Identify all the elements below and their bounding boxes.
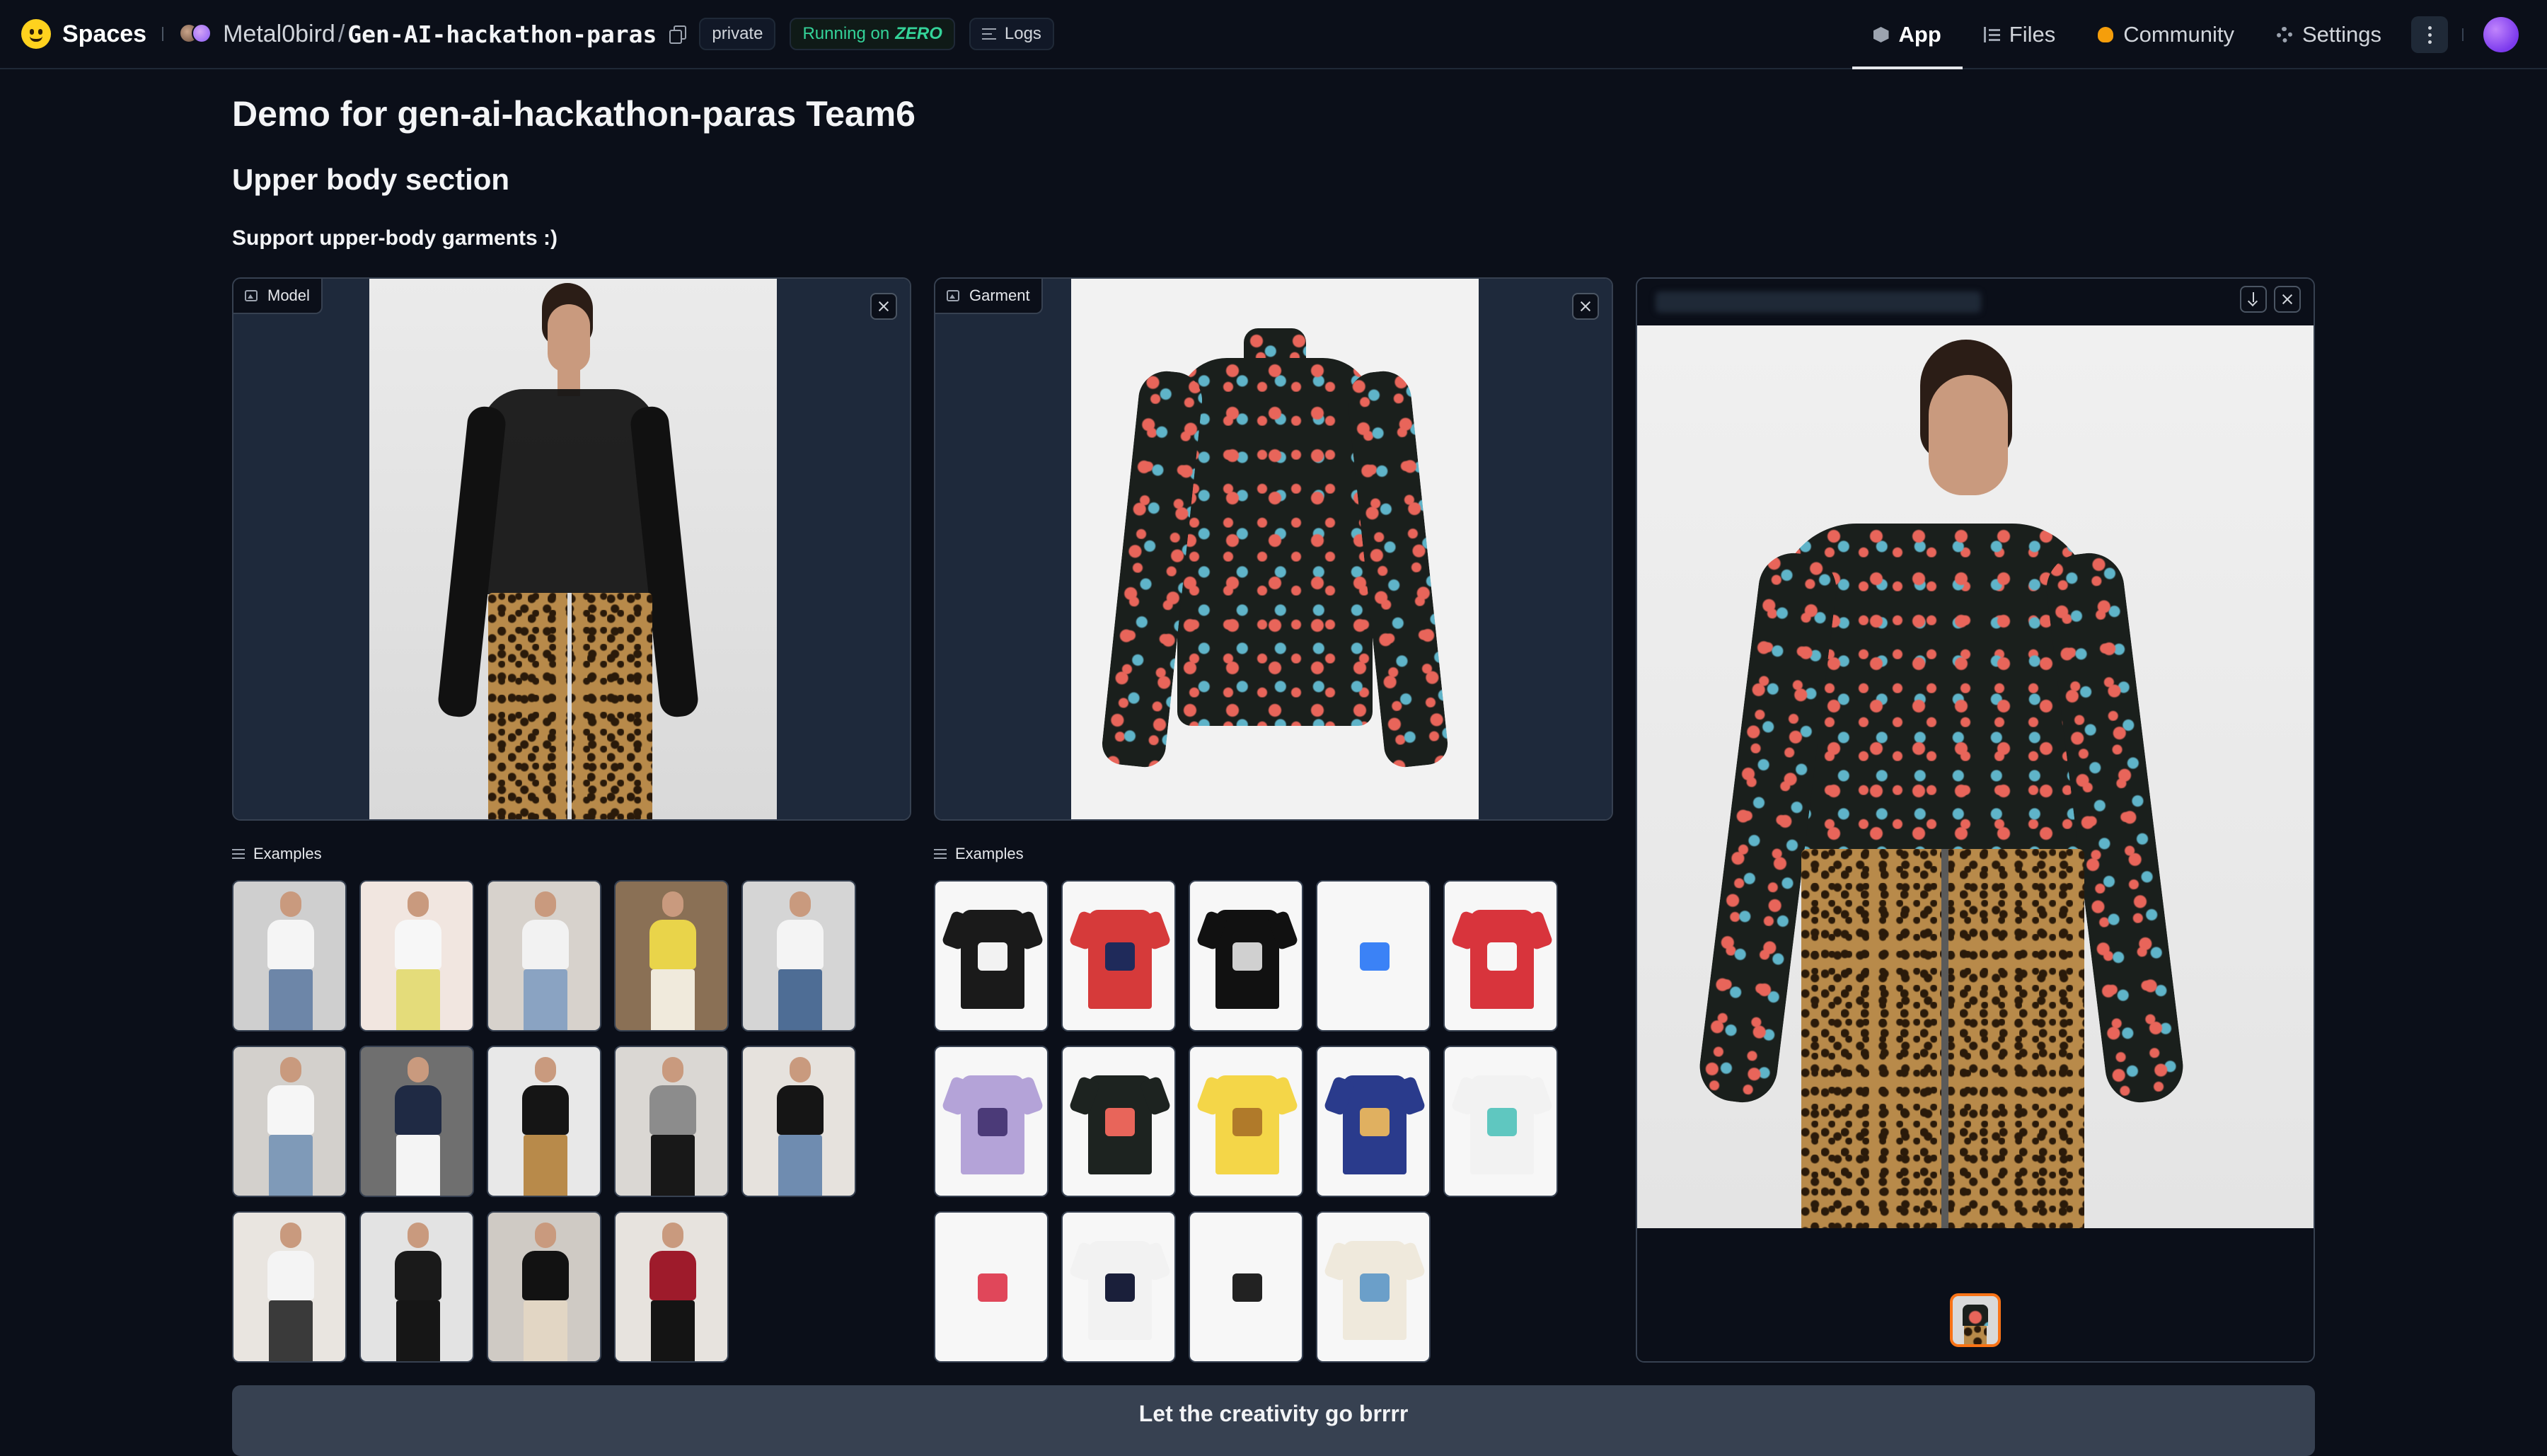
garment-examples-label-text: Examples [955, 845, 1024, 863]
garment-example-thumbnail[interactable] [1443, 880, 1558, 1032]
garment-example-thumbnail[interactable] [934, 880, 1049, 1032]
visibility-label: private [712, 24, 763, 44]
tab-settings-label: Settings [2302, 22, 2381, 47]
model-label: Model [233, 279, 323, 314]
result-image[interactable] [1637, 325, 2314, 1228]
garment-example-thumbnail[interactable] [1316, 1211, 1431, 1363]
copy-icon[interactable] [669, 25, 685, 42]
model-example-thumbnail[interactable] [487, 880, 601, 1032]
garment-example-thumbnail[interactable] [1443, 1046, 1558, 1197]
model-examples-label-text: Examples [253, 845, 322, 863]
garment-example-thumbnail[interactable] [1189, 1211, 1303, 1363]
model-example-thumbnail[interactable] [232, 880, 347, 1032]
section-title: Upper body section [232, 163, 509, 197]
clear-garment-button[interactable] [1572, 293, 1599, 320]
repo-link[interactable]: Gen-AI-hackathon-paras [347, 21, 657, 48]
model-example-thumbnail[interactable] [614, 1046, 729, 1197]
tab-app[interactable]: App [1852, 0, 1963, 69]
model-example-thumbnail[interactable] [232, 1046, 347, 1197]
model-examples-label: Examples [232, 845, 322, 863]
tab-community[interactable]: Community [2077, 0, 2256, 69]
divider [162, 27, 163, 41]
result-thumbnail[interactable] [1950, 1293, 2001, 1347]
model-image-input[interactable]: Model [232, 277, 911, 821]
garment-example-thumbnail[interactable] [1316, 880, 1431, 1032]
garment-example-thumbnail[interactable] [934, 1046, 1049, 1197]
logs-label: Logs [1005, 24, 1041, 44]
model-example-thumbnail[interactable] [487, 1046, 601, 1197]
user-avatar[interactable] [2483, 17, 2519, 52]
files-icon [1984, 27, 1999, 42]
gear-icon [2277, 27, 2292, 42]
list-icon [232, 849, 245, 859]
result-label [1656, 291, 1981, 313]
garment-example-thumbnail[interactable] [1061, 1046, 1176, 1197]
garment-image-input[interactable]: Garment [934, 277, 1613, 821]
status-hardware: ZERO [895, 24, 942, 44]
more-options-button[interactable] [2411, 16, 2448, 53]
model-example-thumbnail[interactable] [614, 1211, 729, 1363]
garment-photo [1071, 279, 1479, 821]
page-title: Demo for gen-ai-hackathon-paras Team6 [232, 93, 916, 134]
hugging-face-logo-icon [21, 19, 51, 49]
status-prefix: Running on [802, 24, 889, 44]
garment-examples-grid [934, 880, 1558, 1363]
org-avatar [192, 23, 212, 43]
image-icon [245, 290, 258, 301]
garment-examples-label: Examples [934, 845, 1024, 863]
path-separator: / [338, 21, 345, 48]
model-example-thumbnail[interactable] [741, 1046, 856, 1197]
community-icon [2098, 27, 2113, 42]
run-button-label: Let the creativity go brrrr [1139, 1401, 1409, 1456]
model-example-thumbnail[interactable] [232, 1211, 347, 1363]
garment-example-thumbnail[interactable] [1189, 880, 1303, 1032]
model-label-text: Model [267, 287, 310, 305]
garment-label: Garment [935, 279, 1043, 314]
brand-label: Spaces [62, 21, 146, 48]
tab-settings[interactable]: Settings [2256, 0, 2403, 69]
clear-model-button[interactable] [870, 293, 897, 320]
run-button[interactable]: Let the creativity go brrrr [232, 1385, 2315, 1456]
tab-app-label: App [1899, 22, 1941, 47]
divider [2462, 28, 2464, 41]
more-vertical-icon [2428, 33, 2432, 37]
model-example-thumbnail[interactable] [359, 1046, 474, 1197]
logs-icon [982, 28, 996, 40]
model-example-thumbnail[interactable] [359, 880, 474, 1032]
model-example-thumbnail[interactable] [741, 880, 856, 1032]
download-button[interactable] [2240, 286, 2267, 313]
spaces-link[interactable]: Spaces [21, 19, 146, 49]
section-subtitle: Support upper-body garments :) [232, 226, 558, 250]
tab-community-label: Community [2123, 22, 2234, 47]
garment-example-thumbnail[interactable] [1189, 1046, 1303, 1197]
garment-label-text: Garment [969, 287, 1030, 305]
garment-example-thumbnail[interactable] [1061, 1211, 1176, 1363]
model-example-thumbnail[interactable] [359, 1211, 474, 1363]
logs-button[interactable]: Logs [969, 18, 1054, 50]
result-gallery [1636, 277, 2315, 1363]
status-badge[interactable]: Running on ZERO [790, 18, 954, 50]
visibility-badge: private [699, 18, 775, 50]
garment-example-thumbnail[interactable] [934, 1211, 1049, 1363]
model-examples-grid [232, 880, 856, 1363]
tab-files-label: Files [2009, 22, 2055, 47]
cube-icon [1873, 27, 1889, 42]
owner-avatars[interactable] [179, 22, 214, 46]
model-example-thumbnail[interactable] [487, 1211, 601, 1363]
image-icon [947, 290, 959, 301]
top-navbar: Spaces Metal0bird / Gen-AI-hackathon-par… [0, 0, 2547, 69]
clear-result-button[interactable] [2274, 286, 2301, 313]
model-photo [369, 279, 777, 821]
list-icon [934, 849, 947, 859]
space-tabs: App Files Community Settings [1852, 0, 2547, 69]
garment-example-thumbnail[interactable] [1316, 1046, 1431, 1197]
owner-link[interactable]: Metal0bird [223, 21, 335, 48]
garment-example-thumbnail[interactable] [1061, 880, 1176, 1032]
tab-files[interactable]: Files [1963, 0, 2077, 69]
model-example-thumbnail[interactable] [614, 880, 729, 1032]
